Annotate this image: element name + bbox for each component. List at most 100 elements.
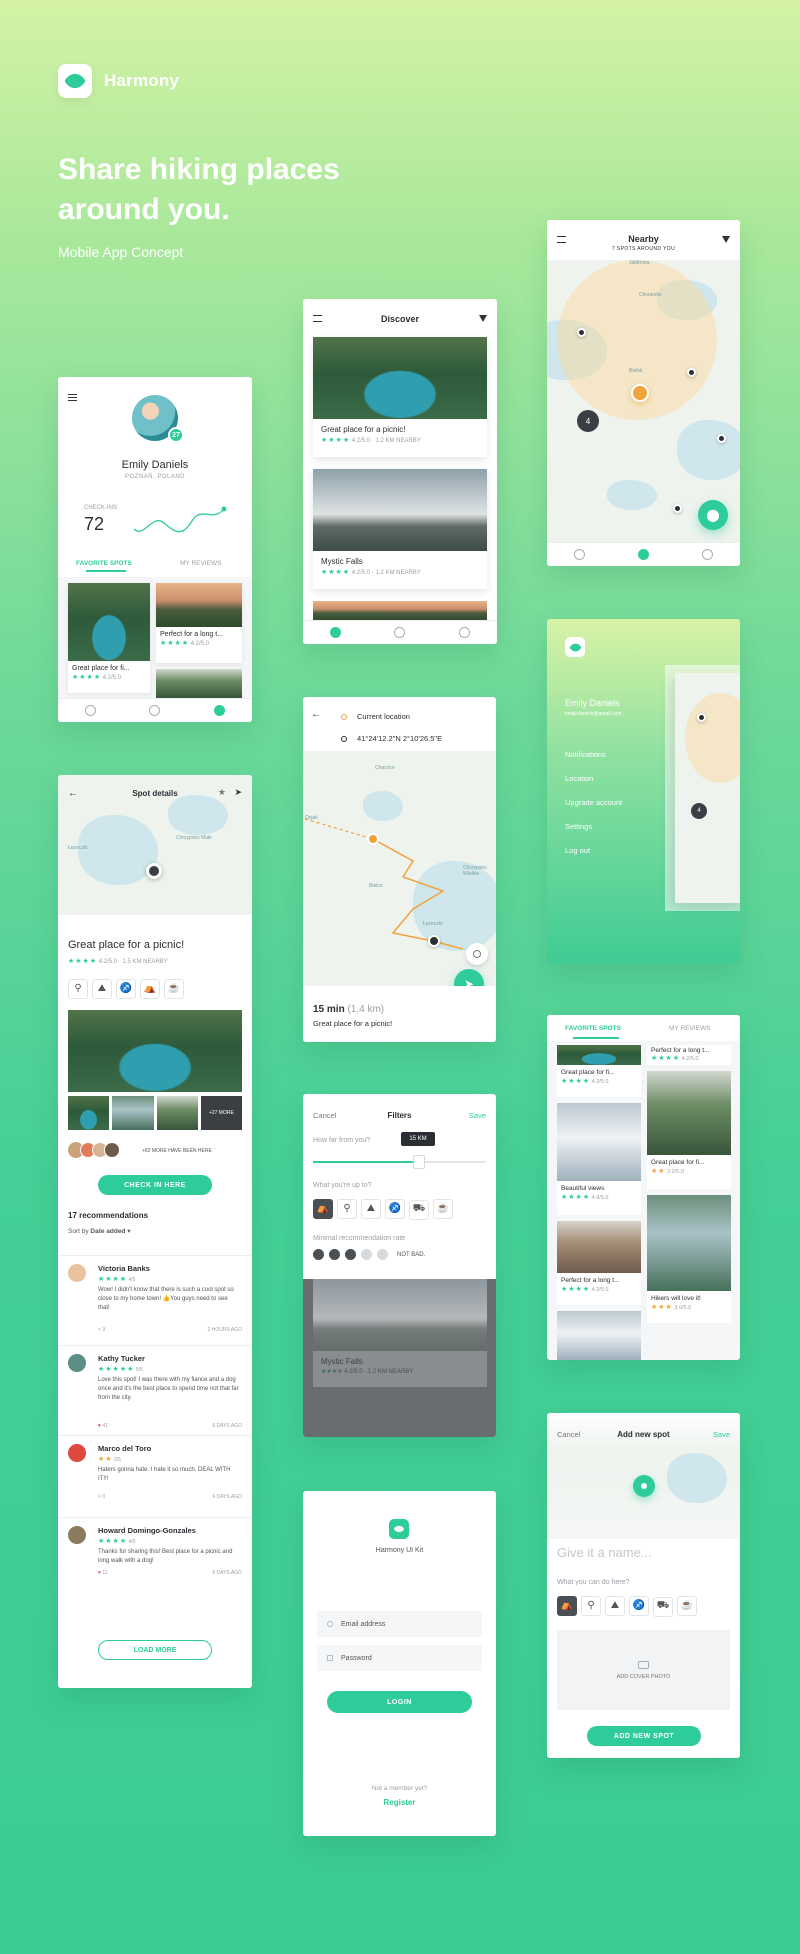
spot-card[interactable]: Hikers will love it! ★★★ 3.6/5.0	[647, 1195, 731, 1323]
sort-row[interactable]: Sort by Date added ▾	[68, 1227, 131, 1235]
map-pin-selected[interactable]	[146, 863, 162, 879]
destination-pin[interactable]	[428, 935, 440, 947]
map-pin[interactable]	[717, 434, 726, 443]
spot-main-photo[interactable]	[68, 1010, 242, 1092]
more-photos-thumb[interactable]: +27 MORE	[200, 1096, 242, 1130]
running-icon[interactable]: ♐	[385, 1198, 405, 1219]
tab-favorite-spots[interactable]: FAVORITE SPOTS	[565, 1025, 621, 1032]
review-likes[interactable]: ♥ 0	[98, 1494, 105, 1500]
login-button[interactable]: LOGIN	[327, 1691, 472, 1713]
new-spot-pin[interactable]	[633, 1475, 655, 1497]
spot-card[interactable]: Great place for fi... ★★★★ 4.2/5.0	[68, 583, 150, 693]
globe-icon[interactable]	[394, 627, 406, 638]
menu-item-location[interactable]: Location	[565, 774, 593, 783]
check-in-button[interactable]: CHECK IN HERE	[98, 1175, 212, 1195]
hiking-icon[interactable]: ⛰	[605, 1595, 625, 1616]
menu-icon[interactable]	[68, 394, 77, 401]
rate-dot[interactable]	[345, 1249, 356, 1260]
photo-thumb[interactable]	[112, 1096, 154, 1130]
spot-card[interactable]: Great place for fi... ★★★★ 4.2/5.0	[557, 1045, 641, 1097]
reviewer-name: Howard Domingo-Gonzales	[98, 1526, 196, 1535]
bike-icon[interactable]: ⚲	[337, 1198, 357, 1219]
map-cluster[interactable]: 4	[577, 410, 599, 432]
map-pin[interactable]	[673, 504, 682, 513]
map-pin-selected[interactable]	[631, 384, 649, 402]
rate-dot[interactable]	[329, 1249, 340, 1260]
photo-thumb[interactable]	[68, 1096, 110, 1130]
spot-card[interactable]: Perfect for a long t... ★★★★ 4.2/5.0	[647, 1045, 731, 1065]
picnic-icon[interactable]: ☕	[677, 1595, 697, 1616]
navigate-icon[interactable]: ➤	[234, 787, 242, 798]
spot-photo[interactable]	[557, 1311, 641, 1360]
hiking-icon[interactable]: ⛰	[361, 1198, 381, 1219]
password-field[interactable]: Password	[317, 1645, 482, 1671]
map-pin[interactable]	[577, 328, 586, 337]
user-icon	[327, 1621, 333, 1627]
map-area[interactable]: Jabłonna Chrzanów Bielsk 4	[547, 220, 740, 542]
bottom-tab-bar	[547, 542, 740, 566]
back-arrow-icon[interactable]: ←	[311, 709, 321, 720]
add-spot-button[interactable]: ADD NEW SPOT	[587, 1726, 701, 1746]
filter-icon[interactable]	[722, 236, 730, 243]
spot-photo[interactable]	[156, 669, 242, 698]
camping-icon[interactable]: ⛺	[313, 1198, 333, 1219]
spot-card[interactable]: Perfect for a long t... ★★★★ 4.2/5.0	[557, 1221, 641, 1305]
review-likes[interactable]: ♥ 11	[98, 1570, 108, 1576]
rate-dot[interactable]	[377, 1249, 388, 1260]
route-map[interactable]: Charzice Bielcz Chrzypsko Wielkie Łężecz…	[303, 751, 496, 981]
spot-card[interactable]: Perfect for a long t... ★★★★ 4.2/5.0	[156, 583, 242, 663]
tab-favorite-spots[interactable]: FAVORITE SPOTS	[76, 560, 132, 567]
route-origin[interactable]: Current location	[357, 712, 410, 721]
spot-card-rating-row: ★★★★ 4.2/5.0	[160, 640, 210, 647]
map-pin[interactable]	[687, 368, 696, 377]
tab-my-reviews[interactable]: MY REVIEWS	[180, 560, 221, 567]
running-icon[interactable]: ♐	[629, 1595, 649, 1616]
spot-name-input[interactable]: Give it a name...	[557, 1545, 652, 1560]
menu-item-settings[interactable]: Settings	[565, 822, 592, 831]
spot-card-title: Great place for fi...	[561, 1069, 615, 1076]
picnic-icon[interactable]: ☕	[433, 1198, 453, 1219]
rate-dot[interactable]	[313, 1249, 324, 1260]
user-icon[interactable]	[702, 549, 714, 560]
photo-thumb[interactable]	[156, 1096, 198, 1130]
tab-my-reviews[interactable]: MY REVIEWS	[669, 1025, 710, 1032]
menu-item-notifications[interactable]: Notifications	[565, 750, 606, 759]
menu-item-logout[interactable]: Log out	[565, 846, 590, 855]
spot-photo[interactable]	[313, 601, 487, 621]
spot-card[interactable]: Beautiful views ★★★★ 4.9/5.0	[557, 1103, 641, 1215]
recenter-button[interactable]	[466, 943, 488, 965]
user-icon[interactable]	[459, 627, 471, 638]
load-more-button[interactable]: LOAD MORE	[98, 1640, 212, 1660]
globe-icon[interactable]	[637, 549, 649, 560]
spot-card[interactable]: Great place for a picnic! ★★★★ 4.2/5.0 ·…	[313, 337, 487, 457]
add-cover-photo[interactable]: ADD COVER PHOTO	[557, 1630, 730, 1710]
slider-thumb[interactable]	[413, 1155, 426, 1169]
filters-backdrop[interactable]: Mystic Falls ★★★★ 4.2/5.0 · 1.2 KM NEARB…	[303, 1279, 496, 1437]
car-icon[interactable]: ⛟	[409, 1199, 429, 1220]
save-button[interactable]: Save	[713, 1430, 730, 1439]
distance-slider[interactable]	[313, 1155, 486, 1169]
compass-icon[interactable]	[84, 705, 96, 716]
peek-screen[interactable]: 4	[675, 673, 740, 903]
rate-selector[interactable]: NOT BAD.	[313, 1249, 425, 1260]
register-link[interactable]: Register	[303, 1798, 496, 1807]
star-icon[interactable]: ★	[218, 787, 226, 798]
car-icon[interactable]: ⛟	[653, 1596, 673, 1617]
filter-icon[interactable]	[479, 315, 487, 322]
camping-icon[interactable]: ⛺	[557, 1595, 577, 1616]
save-button[interactable]: Save	[469, 1111, 486, 1120]
globe-icon[interactable]	[149, 705, 161, 716]
route-destination[interactable]: 41°24'12.2"N 2°10'26.5"E	[357, 734, 442, 743]
locate-button[interactable]: ⬤	[698, 500, 728, 530]
spot-card[interactable]: Mystic Falls ★★★★ 4.2/5.0 · 1.2 KM NEARB…	[313, 469, 487, 589]
compass-icon[interactable]	[329, 627, 341, 638]
bike-icon[interactable]: ⚲	[581, 1595, 601, 1616]
review-likes[interactable]: ♥ 41	[98, 1423, 108, 1429]
email-field[interactable]: Email address	[317, 1611, 482, 1637]
spot-card[interactable]: Great place for fi... ★★ 2.2/5.0	[647, 1071, 731, 1189]
menu-item-upgrade[interactable]: Upgrade account	[565, 798, 622, 807]
review-likes[interactable]: ♥ 3	[98, 1327, 105, 1333]
compass-icon[interactable]	[573, 549, 585, 560]
rate-dot[interactable]	[361, 1249, 372, 1260]
user-icon[interactable]	[214, 705, 226, 716]
